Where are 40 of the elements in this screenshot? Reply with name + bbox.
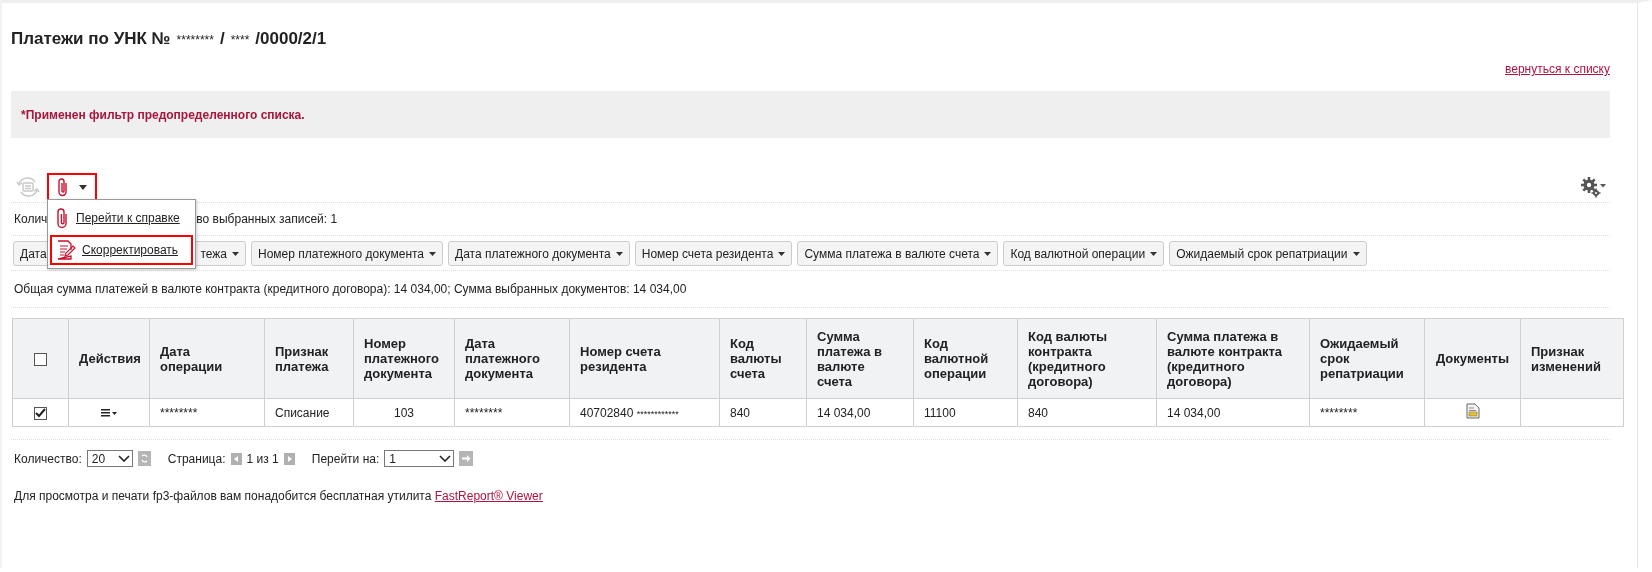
- page-label: Страница:: [167, 451, 226, 466]
- title-text: /0000/2/1: [255, 29, 327, 49]
- column-header: Дата операции: [160, 343, 223, 374]
- column-header: Признак платежа: [275, 343, 329, 374]
- masked-value: ****: [230, 33, 250, 47]
- column-header: Номер платежного документа: [364, 336, 439, 381]
- table-cell: 840: [1028, 405, 1049, 420]
- table-cell: 40702840: [580, 405, 634, 420]
- table-cell: 14 034,00: [817, 405, 871, 420]
- table-cell: ********: [465, 405, 503, 420]
- masked-value: ********: [176, 33, 214, 47]
- record-count-text: Колич: [14, 212, 48, 226]
- column-header: Код валютной операции: [924, 336, 989, 381]
- column-header: Действия: [79, 351, 141, 366]
- column-header: Код валюты контракта (кредитного договора): [1028, 328, 1108, 389]
- column-header: Ожидаемый срок репатриации: [1320, 336, 1404, 381]
- masked-value: ************: [636, 408, 679, 419]
- title-text: Платежи по УНК №: [11, 29, 171, 49]
- column-header: Сумма платежа в валюте контракта (кредитного договора): [1167, 328, 1283, 389]
- column-header: Документы: [1435, 351, 1510, 366]
- table-cell: ********: [160, 405, 198, 420]
- title-text: /: [219, 29, 225, 49]
- total-sum-text: Общая сумма платежей в валюте контракта (кредитного договора): 14 034,00; Сумма выбранных документов: 14 034,00: [14, 282, 687, 296]
- goto-label: Перейти на:: [311, 451, 380, 466]
- column-header: Номер счета резидента: [580, 343, 661, 374]
- count-label: Количество:: [14, 451, 82, 466]
- column-header: Сумма платежа в валюте счета: [817, 328, 882, 389]
- table-cell: Списание: [275, 405, 330, 420]
- table-cell: 11100: [924, 405, 956, 420]
- column-header: Признак изменений: [1531, 343, 1601, 374]
- footer-text: Для просмотра и печати fp3-файлов вам понадобится бесплатная утилита FastReport® Viewer: [14, 489, 544, 503]
- table-cell: 14 034,00: [1167, 405, 1221, 420]
- filter-notice: *Применен фильтр предопределенного списка.: [21, 107, 305, 122]
- record-count-text: во выбранных записей: 1: [196, 212, 338, 226]
- page-info: 1 из 1: [246, 451, 279, 466]
- table-cell: ********: [1320, 405, 1358, 420]
- column-header: Дата платежного документа: [465, 336, 540, 381]
- table-cell: 840: [730, 405, 751, 420]
- column-header: Код валюты счета: [730, 336, 782, 381]
- table-cell: 103: [394, 405, 414, 420]
